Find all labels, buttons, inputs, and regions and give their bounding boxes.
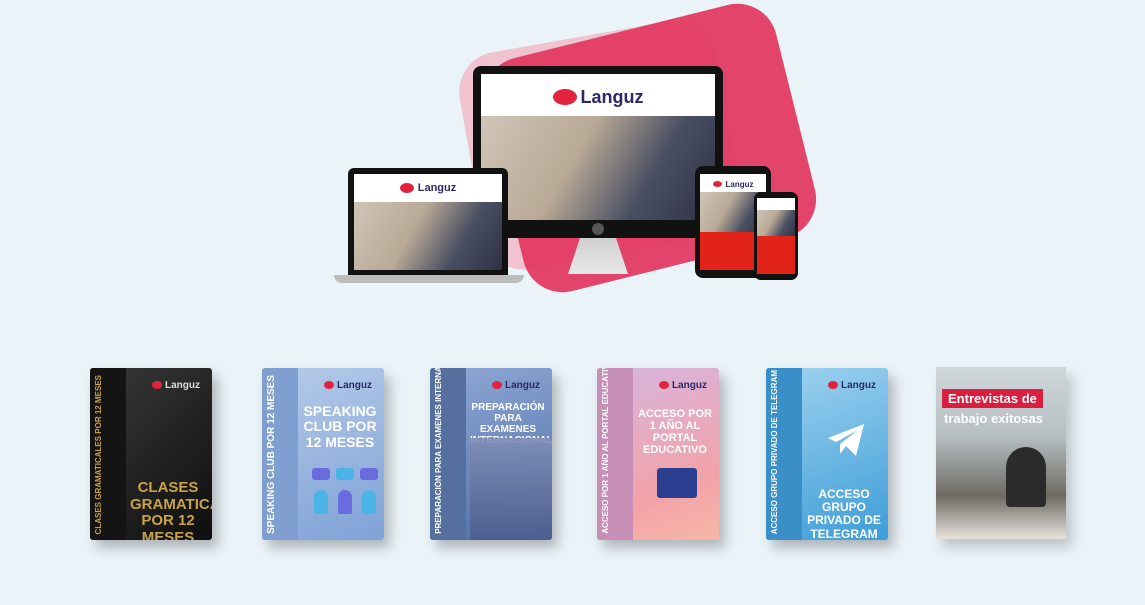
- desktop-brand: Languz: [580, 86, 644, 107]
- ebook-cover: Entrevistas de trabajo exitosas: [936, 367, 1066, 539]
- laptop: Languz: [348, 168, 508, 276]
- product-box-grammar: Clases gramaticales por 12 meses Languz …: [90, 368, 212, 540]
- phone-red-panel: [757, 236, 795, 274]
- apple-logo-icon: [592, 223, 604, 235]
- laptop-base: [334, 275, 524, 283]
- box-logo: Languz: [480, 380, 552, 391]
- ebook-person: [1006, 447, 1046, 507]
- box-logo: Languz: [312, 380, 384, 391]
- logo-mark-icon: [712, 181, 722, 187]
- box-spine-text: Preparación para examenes internacionale…: [434, 368, 443, 534]
- logo-mark-icon: [552, 89, 577, 105]
- box-spine-text: Speaking club por 12 meses: [266, 375, 277, 534]
- laptop-brand: Languz: [417, 182, 457, 194]
- product-box-telegram: Acceso grupo privado de telegram Languz …: [766, 368, 888, 540]
- computer-illustration-icon: [657, 468, 697, 498]
- box-logo: Languz: [140, 380, 212, 391]
- tablet-brand: Languz: [725, 179, 754, 189]
- tablet-logo: Languz: [700, 178, 766, 190]
- phone-photo: [757, 210, 795, 236]
- box-title: Speaking club por 12 meses: [303, 403, 377, 450]
- box-logo: Languz: [647, 380, 719, 391]
- desktop-monitor: Languz: [473, 66, 723, 238]
- desktop-photo: [481, 116, 715, 220]
- hero-devices: Languz Languz Languz: [330, 0, 825, 301]
- chat-bubbles-icon: [312, 468, 378, 516]
- laptop-photo: [354, 202, 502, 270]
- laptop-logo: Languz: [354, 180, 502, 196]
- ebook-title-line1: Entrevistas de: [942, 389, 1043, 408]
- product-box-speaking: Speaking club por 12 meses Languz Speaki…: [262, 368, 384, 540]
- student-photo: [470, 438, 552, 540]
- logo-mark-icon: [399, 183, 414, 193]
- product-box-exams: Preparación para examenes internacionale…: [430, 368, 552, 540]
- box-spine-text: Acceso por 1 año al portal educativo: [601, 368, 610, 534]
- box-spine-text: Clases gramaticales por 12 meses: [94, 374, 103, 534]
- telegram-icon: [828, 424, 864, 456]
- box-title: Clases gramaticales por 12 meses: [130, 479, 212, 540]
- box-title: Acceso por 1 año al portal educativo: [638, 408, 712, 457]
- box-logo: Languz: [816, 380, 888, 391]
- ebook-title-line2: trabajo exitosas: [944, 411, 1043, 426]
- product-box-portal: Acceso por 1 año al portal educativo Lan…: [597, 368, 719, 540]
- phone: [754, 192, 798, 280]
- desktop-logo: Languz: [481, 82, 715, 112]
- box-title: Acceso grupo privado de telegram: [807, 487, 881, 540]
- box-spine-text: Acceso grupo privado de telegram: [770, 369, 779, 534]
